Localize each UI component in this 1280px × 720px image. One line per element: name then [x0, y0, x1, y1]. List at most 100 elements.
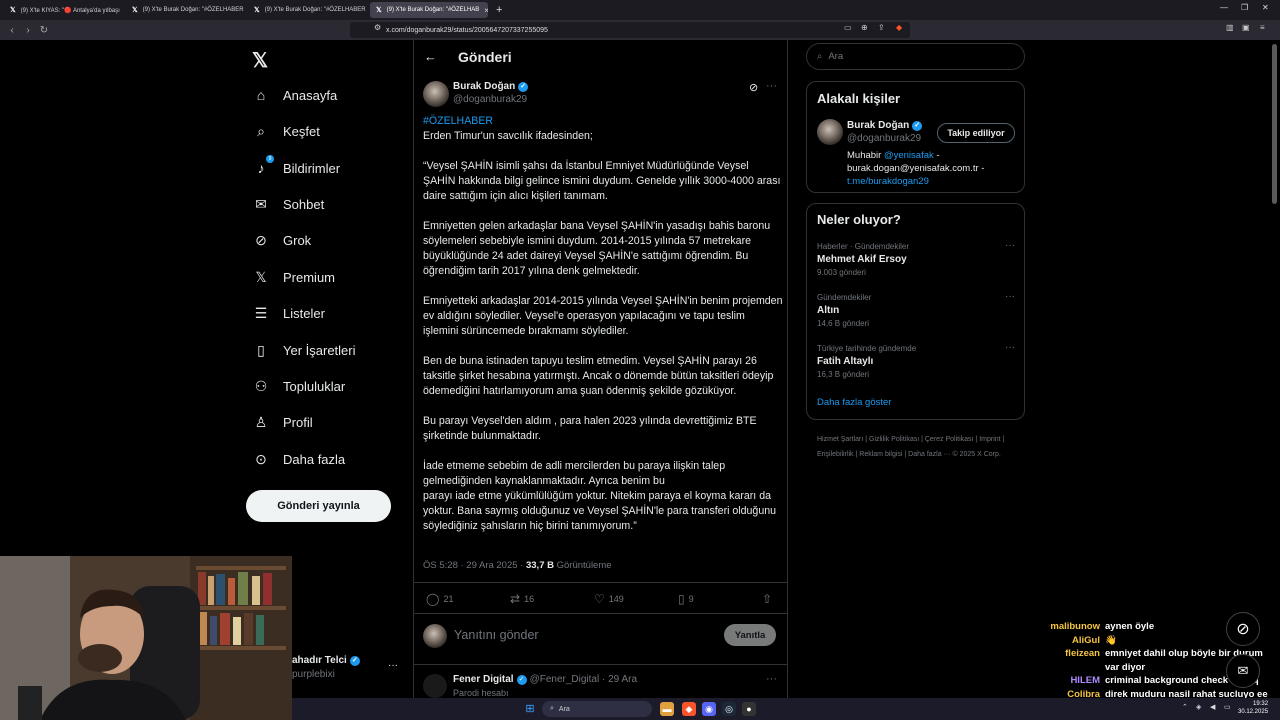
brave-icon[interactable]: ◆: [682, 702, 696, 716]
nav-item-7[interactable]: ▯ Yer İşaretleri: [252, 338, 355, 362]
trend-count: 14,6 B gönderi: [817, 319, 870, 328]
back-icon[interactable]: ‹: [4, 25, 20, 36]
trend-item[interactable]: Gündemdekiler Altın 14,6 B gönderi ···: [817, 291, 1015, 328]
x-logo-icon[interactable]: 𝕏: [252, 48, 268, 73]
reply-input[interactable]: Yanıtını gönder: [454, 628, 539, 642]
chat-username[interactable]: AliGul: [1000, 634, 1105, 648]
search-input[interactable]: ⌕ Ara: [806, 43, 1025, 70]
bio-telegram-link[interactable]: t.me/burakdogan29: [847, 176, 929, 187]
account-switcher[interactable]: ahadır Telci ✓ purplebixi: [292, 655, 360, 680]
minimize-icon[interactable]: —: [1220, 3, 1228, 12]
page-title: Gönderi: [458, 49, 512, 65]
trend-context: Gündemdekiler: [817, 293, 872, 302]
browser-tab-active[interactable]: 𝕏 (9) X'te Burak Doğan: "#ÖZELHAB ×: [370, 2, 488, 18]
share-icon[interactable]: ⇪: [878, 23, 885, 32]
view-count[interactable]: 33,7 B: [526, 560, 554, 571]
folder-icon[interactable]: ▬: [660, 702, 674, 716]
browser-tab[interactable]: 𝕏(9) X'te Burak Doğan: "#ÖZELHABER×: [248, 2, 366, 18]
mail-icon: ✉: [255, 195, 267, 212]
reply-more-icon[interactable]: ···: [766, 673, 777, 685]
zoom-icon[interactable]: ⊕: [861, 23, 868, 32]
trend-more-icon[interactable]: ···: [1005, 342, 1015, 353]
nav-item-5[interactable]: 𝕏 Premium: [252, 265, 335, 289]
reply-author[interactable]: Fener Digital ✓ @Fener_Digital · 29 Ara: [453, 674, 637, 685]
repost-action[interactable]: ⇄ 16: [510, 592, 534, 606]
nav-item-1[interactable]: ⌕ Keşfet: [252, 119, 320, 143]
discord-icon[interactable]: ◉: [702, 702, 716, 716]
share-icon: ⇧: [762, 592, 773, 606]
nav-item-4[interactable]: ⊘ Grok: [252, 228, 311, 252]
account-handle: purplebixi: [292, 669, 335, 680]
menu-icon[interactable]: ≡: [1260, 23, 1265, 32]
nav-item-0[interactable]: ⌂ Anasayfa: [252, 83, 337, 107]
related-name[interactable]: Burak Doğan ✓: [847, 120, 923, 131]
new-tab-icon[interactable]: +: [496, 4, 502, 16]
post-more-icon[interactable]: ···: [766, 80, 777, 92]
wallet-icon[interactable]: ▣: [1242, 23, 1250, 32]
nav-item-10[interactable]: ⊙ Daha fazla: [252, 447, 345, 471]
verified-badge-icon: ✓: [912, 120, 923, 131]
obs-icon[interactable]: ●: [742, 702, 756, 716]
grok-fab-icon[interactable]: ⊘: [1226, 612, 1260, 646]
forward-icon[interactable]: ›: [20, 25, 36, 36]
bookmark-action[interactable]: ▯ 9: [678, 592, 694, 606]
nav-item-3[interactable]: ✉ Sohbet: [252, 192, 324, 216]
reply-button[interactable]: Yanıtla: [724, 624, 776, 646]
trend-item[interactable]: Türkiye tarihinde gündemde Fatih Altaylı 1…: [817, 342, 1015, 379]
browser-tab[interactable]: 𝕏(9) X'te Burak Doğan: "#ÖZELHABER×: [126, 2, 244, 18]
author-name[interactable]: Burak Doğan ✓: [453, 81, 529, 92]
nav-item-2[interactable]: ♪ 9 Bildirimler: [252, 155, 340, 180]
windows-start-icon[interactable]: ⊞: [523, 702, 537, 716]
volume-icon[interactable]: ◀: [1210, 703, 1215, 711]
network-icon[interactable]: ◈: [1196, 703, 1201, 711]
browser-tab-bar: 𝕏(9) X'te KIYAS: "🔴 Antalya'da yılbaşı× …: [0, 0, 1280, 20]
show-more-link[interactable]: Daha fazla göster: [817, 397, 891, 408]
tray-arrow-icon[interactable]: ⌃: [1182, 703, 1188, 711]
footer-links[interactable]: Hizmet Şartları | Gizlilik Politikası | …: [817, 432, 1022, 462]
nav-item-6[interactable]: ☰ Listeler: [252, 301, 325, 325]
post-paragraph: Emniyetteki arkadaşlar 2014-2015 yılında…: [423, 295, 783, 337]
battery-icon[interactable]: ▭: [1224, 703, 1231, 711]
x-favicon-icon: 𝕏: [10, 7, 16, 14]
author-avatar[interactable]: [423, 81, 449, 107]
related-handle[interactable]: @doganburak29: [847, 133, 921, 144]
page-scrollbar[interactable]: [1272, 44, 1277, 204]
chat-username[interactable]: HILEM: [1000, 674, 1105, 688]
url-field[interactable]: x.com/doganburak29/status/20056472073372…: [350, 22, 910, 38]
brave-shield-icon[interactable]: ◆: [896, 23, 902, 32]
reply-action[interactable]: ◯ 21: [426, 592, 453, 606]
reply-author-avatar[interactable]: [423, 674, 447, 698]
share-action[interactable]: ⇧: [762, 592, 772, 606]
bio-mention-link[interactable]: @yenisafak: [884, 150, 934, 161]
like-action[interactable]: ♡ 149: [594, 592, 624, 606]
nav-item-9[interactable]: ♙ Profil: [252, 410, 313, 434]
related-avatar[interactable]: [817, 119, 843, 145]
author-handle[interactable]: @doganburak29: [453, 94, 527, 105]
hashtag-link[interactable]: #ÖZELHABER: [423, 114, 783, 129]
browser-tab[interactable]: 𝕏(9) X'te KIYAS: "🔴 Antalya'da yılbaşı×: [4, 2, 122, 18]
window-close-icon[interactable]: ✕: [1262, 3, 1269, 12]
trend-item[interactable]: Haberler · Gündemdekiler Mehmet Akif Erso…: [817, 240, 1015, 277]
sidebar-icon[interactable]: ▥: [1226, 23, 1234, 32]
bookmark-icon: ▯: [257, 341, 265, 358]
chat-username[interactable]: malibunow: [1000, 620, 1105, 634]
following-button[interactable]: Takip ediliyor: [937, 123, 1015, 143]
trend-more-icon[interactable]: ···: [1005, 240, 1015, 251]
restore-icon[interactable]: ❐: [1241, 3, 1248, 12]
chat-username[interactable]: fleizean: [1000, 647, 1105, 674]
grok-explain-icon[interactable]: ⊘: [749, 81, 758, 94]
reader-icon[interactable]: ▭: [844, 23, 852, 32]
post-button[interactable]: Gönderi yayınla: [246, 490, 391, 522]
taskbar-search[interactable]: ⌕ Ara: [542, 701, 652, 717]
steam-icon[interactable]: ◎: [722, 702, 736, 716]
back-arrow-icon[interactable]: ←: [424, 49, 437, 64]
site-settings-icon[interactable]: ⚙: [374, 23, 381, 32]
reload-icon[interactable]: ↻: [36, 25, 52, 36]
bell-icon: ♪ 9: [252, 155, 274, 177]
messages-fab-icon[interactable]: ✉: [1226, 654, 1260, 688]
taskbar-clock[interactable]: 19:32 30.12.2025: [1238, 700, 1268, 716]
nav-item-8[interactable]: ⚇ Topluluklar: [252, 374, 345, 398]
close-tab-icon[interactable]: ×: [484, 6, 488, 15]
account-more-icon[interactable]: ···: [388, 660, 398, 671]
trend-more-icon[interactable]: ···: [1005, 291, 1015, 302]
